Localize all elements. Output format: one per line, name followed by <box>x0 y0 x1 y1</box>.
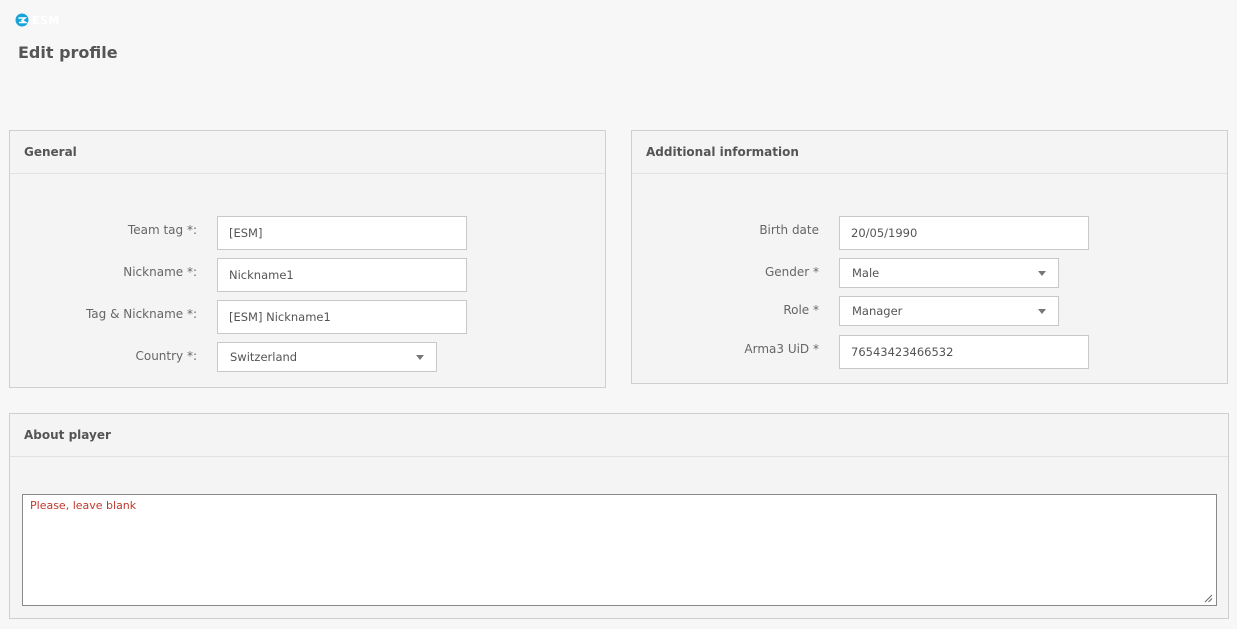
birth-date-input[interactable] <box>839 216 1089 250</box>
general-panel-heading: General <box>10 131 605 174</box>
country-select-value: Switzerland <box>230 350 298 364</box>
chevron-down-icon <box>416 354 424 360</box>
gender-label: Gender * <box>764 265 819 279</box>
additional-info-panel-heading: Additional information <box>632 131 1227 174</box>
additional-info-panel: Additional information Birth date Gender… <box>631 130 1228 384</box>
logo-text: ESM <box>32 13 60 27</box>
country-select[interactable]: Switzerland <box>217 342 437 372</box>
birth-date-label: Birth date <box>759 223 819 237</box>
team-tag-input[interactable] <box>217 216 467 250</box>
general-panel: General Team tag *: Nickname *: Tag & Ni… <box>9 130 606 388</box>
logo-icon <box>15 13 29 27</box>
gender-select[interactable]: Male <box>839 258 1059 288</box>
country-label: Country *: <box>135 349 197 363</box>
tag-nickname-label: Tag & Nickname *: <box>85 307 197 321</box>
arma3-uid-label: Arma3 UiD * <box>744 342 819 356</box>
resize-handle-icon[interactable] <box>1204 594 1213 603</box>
chevron-down-icon <box>1038 270 1046 276</box>
team-tag-label: Team tag *: <box>127 223 197 237</box>
nickname-label: Nickname *: <box>123 265 197 279</box>
nickname-input[interactable] <box>217 258 467 292</box>
role-label: Role * <box>783 303 819 317</box>
role-select[interactable]: Manager <box>839 296 1059 326</box>
page-title: Edit profile <box>18 43 118 62</box>
arma3-uid-input[interactable] <box>839 335 1089 369</box>
gender-select-value: Male <box>852 266 880 280</box>
site-logo[interactable]: ESM <box>15 13 60 27</box>
tag-nickname-input[interactable] <box>217 300 467 334</box>
about-player-panel-heading: About player <box>10 414 1228 457</box>
chevron-down-icon <box>1038 308 1046 314</box>
role-select-value: Manager <box>852 304 903 318</box>
about-player-textarea[interactable] <box>22 494 1217 606</box>
about-player-panel: About player <box>9 413 1229 619</box>
